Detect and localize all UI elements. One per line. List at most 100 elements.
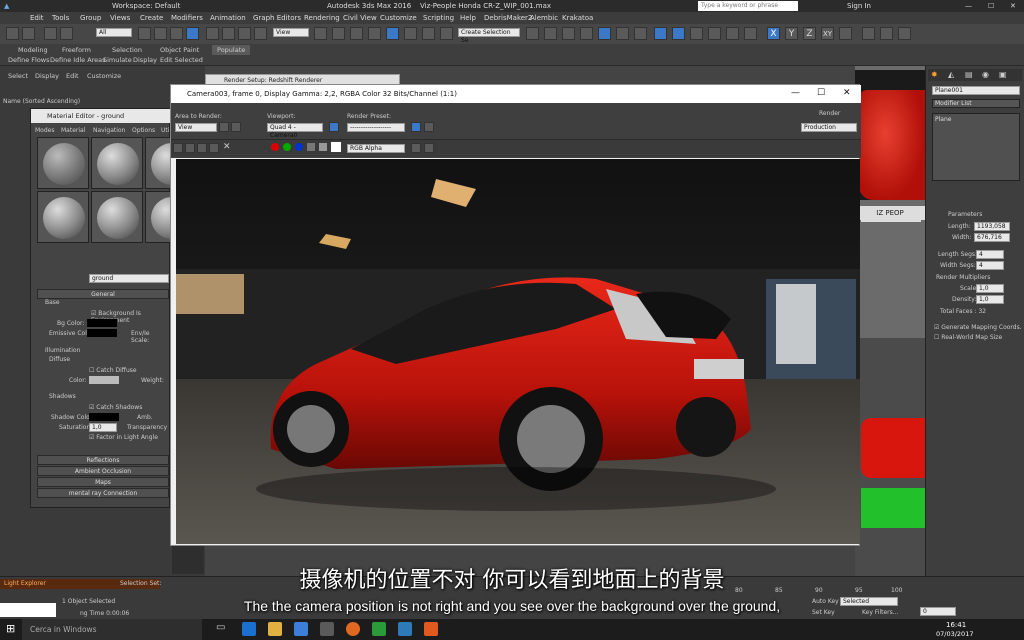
firefox-icon[interactable] [346,622,360,636]
3dsmax-taskbar-icon[interactable] [398,622,412,636]
minimize-icon[interactable]: — [965,2,972,10]
rw-maximize-icon[interactable]: ☐ [817,88,825,98]
select-manipulate-icon[interactable] [332,27,345,40]
recorder-icon[interactable] [424,622,438,636]
menu-animation[interactable]: Animation [210,14,246,22]
edit-selected-button[interactable]: Edit Selected [160,56,203,64]
script-icon[interactable] [898,27,911,40]
edit-named-sel-icon[interactable] [440,27,453,40]
material-name-field[interactable]: ground [89,274,169,283]
density-input[interactable]: 1,0 [976,295,1004,304]
print-image-icon[interactable] [209,143,219,153]
scale-icon[interactable] [238,27,251,40]
material-slot[interactable] [145,137,171,189]
edge-icon[interactable] [242,622,256,636]
sign-in-link[interactable]: Sign In [847,2,871,10]
motion-tab-icon[interactable]: ◉ [982,70,989,79]
y-axis-icon[interactable]: Y [785,27,798,40]
scale-input[interactable]: 1,0 [976,284,1004,293]
mated-menu-utilities[interactable]: Uti [161,127,169,134]
render-setup-icon[interactable] [654,27,667,40]
mental-ray-rollout[interactable]: mental ray Connection [37,488,169,498]
mated-menu-options[interactable]: Options [132,127,155,134]
toggle-ui-overlay-icon[interactable] [424,143,434,153]
menu-tools[interactable]: Tools [52,14,69,22]
select-by-name-icon[interactable] [154,27,167,40]
modifier-stack-item[interactable]: Plane [935,116,1017,124]
render-setup-button-icon[interactable] [411,122,421,132]
real-world-checkbox[interactable]: ☐ Real-World Map Size [934,334,1002,341]
parameters-rollout[interactable]: Parameters [948,211,982,218]
mated-menu-material[interactable]: Material [61,127,85,134]
length-segs-input[interactable]: 4 [976,250,1004,259]
lock-viewport-icon[interactable] [329,122,339,132]
explorer-icon[interactable] [268,622,282,636]
place-icon[interactable] [254,27,267,40]
material-slot[interactable] [37,137,89,189]
maximize-icon[interactable]: ☐ [988,2,994,10]
width-input[interactable]: 676,716 [974,233,1010,242]
percent-snap-icon[interactable] [404,27,417,40]
explorer-sort-header[interactable]: Name (Sorted Ascending) [3,98,80,105]
material-slot[interactable] [91,137,143,189]
menu-graph-editors[interactable]: Graph Editors [253,14,301,22]
blue-channel-toggle[interactable] [295,143,303,151]
populate-icon[interactable] [862,27,875,40]
region-select-icon[interactable] [170,27,183,40]
rendered-frame-icon[interactable] [672,27,685,40]
menu-views[interactable]: Views [110,14,130,22]
explorer-menu-select[interactable]: Select [8,72,28,80]
simulate-button[interactable]: Simulate [103,56,132,64]
ribbon-tab-object-paint[interactable]: Object Paint [160,46,199,54]
menu-civil-view[interactable]: Civil View [343,14,377,22]
explorer-menu-customize[interactable]: Customize [87,72,121,80]
create-tab-icon[interactable]: ✸ [931,70,938,79]
start-icon[interactable]: ⊞ [6,622,15,635]
object-name-field[interactable]: Plane001 [932,86,1020,95]
render-iterative-icon[interactable] [708,27,721,40]
camtasia-icon[interactable] [372,622,386,636]
task-view-icon[interactable]: ▭ [216,622,225,633]
angle-snap-icon[interactable] [386,27,399,40]
ribbon-tab-selection[interactable]: Selection [112,46,142,54]
menu-help[interactable]: Help [460,14,476,22]
explorer-menu-edit[interactable]: Edit [66,72,79,80]
constraint-icon[interactable] [839,27,852,40]
window-crossing-icon[interactable] [186,27,199,40]
length-input[interactable]: 1193,058 [974,222,1010,231]
factor-light-checkbox[interactable]: ☑ Factor in Light Angle [89,434,158,441]
render-cloud-icon[interactable] [744,27,757,40]
ribbon-tab-freeform[interactable]: Freeform [62,46,91,54]
red-channel-toggle[interactable] [271,143,279,151]
select-icon[interactable] [138,27,151,40]
keyboard-shortcut-icon[interactable] [350,27,363,40]
taskbar-search[interactable]: Cerca in Windows [22,619,202,640]
define-flows-button[interactable]: Define Flows [8,56,50,64]
display-channel-dropdown[interactable]: RGB Alpha [347,144,405,153]
mono-toggle[interactable] [319,143,327,151]
mated-menu-navigation[interactable]: Navigation [93,127,125,134]
clear-icon[interactable]: ✕ [223,142,231,152]
bg-color-swatch[interactable] [87,319,117,327]
green-channel-toggle[interactable] [283,143,291,151]
link-icon[interactable] [44,27,57,40]
snaps-toggle-icon[interactable] [368,27,381,40]
width-segs-input[interactable]: 4 [976,261,1004,270]
render-production-icon[interactable] [690,27,703,40]
app-icon[interactable] [320,622,334,636]
menu-edit[interactable]: Edit [30,14,44,22]
schematic-view-icon[interactable] [616,27,629,40]
diffuse-color-swatch[interactable] [89,376,119,384]
search-input[interactable]: Type a keyword or phrase [698,1,798,11]
menu-modifiers[interactable]: Modifiers [171,14,203,22]
move-icon[interactable] [206,27,219,40]
redo-icon[interactable] [22,27,35,40]
menu-group[interactable]: Group [80,14,101,22]
menu-krakatoa[interactable]: Krakatoa [562,14,593,22]
menu-scripting[interactable]: Scripting [423,14,454,22]
selection-filter-dropdown[interactable]: All [96,28,132,37]
render-preset-dropdown[interactable]: ------------------- [347,123,405,132]
environment-effects-icon[interactable] [424,122,434,132]
mated-menu-modes[interactable]: Modes [35,127,54,134]
modifier-list-dropdown[interactable]: Modifier List [932,99,1020,108]
